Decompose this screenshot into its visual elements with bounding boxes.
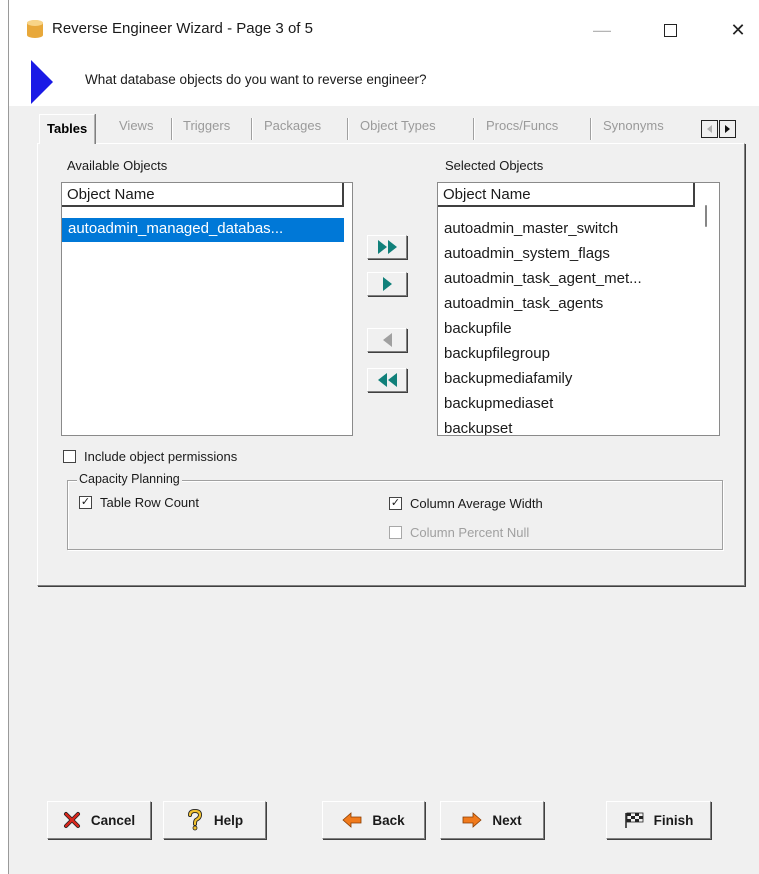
question-mark-icon [186, 809, 204, 831]
next-label: Next [492, 812, 522, 828]
column-average-width-checkbox[interactable]: ✓ Column Average Width [389, 496, 543, 511]
move-left-button[interactable] [367, 328, 407, 352]
chevron-left-icon [707, 125, 712, 133]
tab-triggers[interactable]: Triggers [183, 118, 230, 142]
back-label: Back [372, 812, 405, 828]
wizard-arrow-icon [31, 60, 53, 104]
wizard-question: What database objects do you want to rev… [85, 72, 427, 87]
cancel-button[interactable]: Cancel [47, 801, 151, 839]
tab-separator [251, 118, 253, 140]
list-item[interactable]: backupfilegroup [438, 343, 550, 367]
object-type-tabs: Tables Views Triggers Packages Object Ty… [37, 114, 737, 144]
list-item[interactable]: autoadmin_managed_databas... [62, 218, 344, 242]
window-title: Reverse Engineer Wizard - Page 3 of 5 [52, 20, 313, 37]
finish-label: Finish [653, 812, 694, 828]
checkmark-icon[interactable]: ✓ [79, 496, 92, 509]
list-item[interactable]: backupmediaset [438, 393, 553, 417]
tab-synonyms[interactable]: Synonyms [603, 118, 687, 142]
maximize-button[interactable] [647, 14, 693, 46]
move-right-button[interactable] [367, 272, 407, 296]
tab-scroll-right-button[interactable] [719, 120, 736, 138]
tab-separator [473, 118, 475, 140]
table-row-count-label: Table Row Count [100, 495, 199, 510]
list-item[interactable]: autoadmin_master_switch [438, 218, 618, 242]
available-objects-label: Available Objects [67, 158, 168, 173]
list-item[interactable]: autoadmin_task_agent_met... [438, 268, 642, 292]
maximize-icon [663, 23, 677, 37]
include-permissions-checkbox[interactable]: Include object permissions [63, 449, 237, 464]
arrow-left-icon [382, 333, 392, 347]
close-button[interactable]: ✕ [715, 14, 759, 46]
column-average-width-label: Column Average Width [410, 496, 543, 511]
table-row-count-checkbox[interactable]: ✓ Table Row Count [79, 495, 199, 510]
back-button[interactable]: Back [322, 801, 425, 839]
title-bar: Reverse Engineer Wizard - Page 3 of 5 — … [9, 0, 759, 58]
tab-separator [590, 118, 592, 140]
list-item[interactable]: autoadmin_system_flags [438, 243, 610, 267]
selected-column-header[interactable]: Object Name [438, 183, 695, 207]
list-item[interactable]: backupfile [438, 318, 512, 342]
cancel-label: Cancel [90, 812, 136, 828]
tab-scroll-left-button[interactable] [701, 120, 718, 138]
chevron-right-icon [725, 125, 730, 133]
minimize-icon: — [593, 19, 611, 40]
available-column-header[interactable]: Object Name [62, 183, 344, 207]
next-button[interactable]: Next [440, 801, 544, 839]
checkbox-box [389, 526, 402, 539]
double-arrow-left-icon [377, 373, 397, 387]
tab-object-types[interactable]: Object Types [360, 118, 436, 142]
checkmark-icon[interactable]: ✓ [389, 497, 402, 510]
back-arrow-icon [342, 812, 362, 828]
include-permissions-label: Include object permissions [84, 449, 238, 464]
help-button[interactable]: Help [163, 801, 266, 839]
double-arrow-right-icon [377, 240, 397, 254]
list-item[interactable]: autoadmin_task_agents [438, 293, 603, 317]
list-item[interactable]: backupset [438, 418, 512, 435]
tab-separator [171, 118, 173, 140]
vertical-scrollbar[interactable] [697, 183, 719, 435]
column-percent-null-checkbox: Column Percent Null [389, 525, 529, 540]
move-all-right-button[interactable] [367, 235, 407, 259]
arrow-right-icon [382, 277, 392, 291]
tab-procs-funcs[interactable]: Procs/Funcs [486, 118, 558, 142]
tab-views[interactable]: Views [119, 118, 153, 142]
move-all-left-button[interactable] [367, 368, 407, 392]
next-arrow-icon [462, 812, 482, 828]
x-icon [63, 811, 81, 829]
available-objects-list[interactable]: Object Name autoadmin_managed_databas... [61, 182, 353, 436]
wizard-window: Reverse Engineer Wizard - Page 3 of 5 — … [8, 0, 759, 874]
database-icon [27, 20, 43, 38]
checkered-flag-icon [624, 811, 644, 829]
minimize-button[interactable]: — [579, 14, 625, 46]
close-icon: ✕ [730, 19, 746, 40]
tab-packages[interactable]: Packages [264, 118, 321, 142]
finish-button[interactable]: Finish [606, 801, 711, 839]
capacity-planning-legend: Capacity Planning [77, 472, 182, 486]
scrollbar-thumb[interactable] [705, 205, 707, 227]
column-percent-null-label: Column Percent Null [410, 525, 530, 540]
list-item[interactable]: backupmediafamily [438, 368, 572, 392]
selected-objects-list[interactable]: Object Name autoadmin_master_switch auto… [437, 182, 720, 436]
checkbox-box[interactable] [63, 450, 76, 463]
tab-separator [347, 118, 349, 140]
selected-objects-label: Selected Objects [445, 158, 544, 173]
tab-tables[interactable]: Tables [39, 114, 96, 144]
help-label: Help [213, 812, 244, 828]
